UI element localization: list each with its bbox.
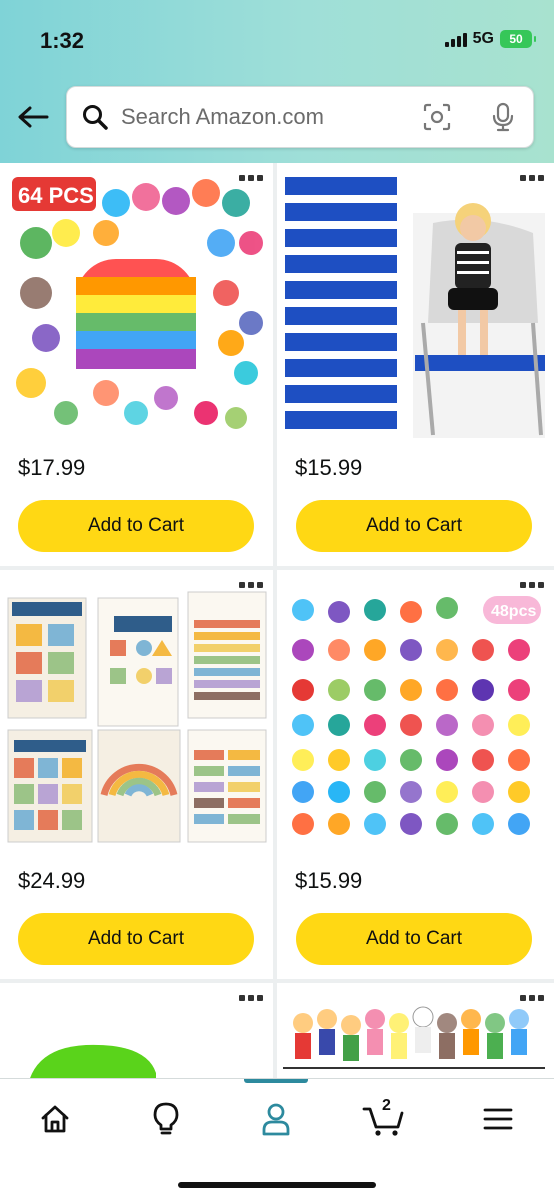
- nav-inspire[interactable]: [138, 1099, 194, 1139]
- product-card[interactable]: 64 PCS $17.99 Add to Cart: [0, 163, 273, 566]
- more-options-icon[interactable]: [520, 995, 544, 1001]
- add-to-cart-button[interactable]: Add to Cart: [18, 500, 254, 552]
- more-options-icon[interactable]: [520, 582, 544, 588]
- product-card[interactable]: $24.99 Add to Cart: [0, 570, 273, 979]
- product-card[interactable]: $15.99 Add to Cart: [277, 163, 554, 566]
- signal-icon: [444, 31, 467, 47]
- nav-home[interactable]: [27, 1099, 83, 1139]
- camera-scan-icon[interactable]: [421, 101, 453, 133]
- product-badge: 64 PCS: [18, 183, 94, 208]
- more-options-icon[interactable]: [239, 995, 263, 1001]
- nav-account[interactable]: [248, 1099, 304, 1139]
- search-icon: [81, 103, 109, 131]
- active-tab-indicator: [244, 1079, 308, 1083]
- search-bar[interactable]: [66, 86, 534, 148]
- app-header: 1:32 5G 50: [0, 0, 554, 163]
- product-image-chair-bands[interactable]: [283, 173, 545, 438]
- nav-menu[interactable]: [470, 1099, 526, 1139]
- more-options-icon[interactable]: [239, 582, 263, 588]
- product-price: $17.99: [18, 455, 86, 480]
- add-to-cart-button[interactable]: Add to Cart: [296, 913, 532, 965]
- product-price: $15.99: [295, 868, 363, 893]
- product-card[interactable]: 48pcs $15.99 Add to Cart: [277, 570, 554, 979]
- lightbulb-icon: [153, 1102, 179, 1135]
- add-to-cart-button[interactable]: Add to Cart: [18, 913, 254, 965]
- back-button[interactable]: [16, 100, 50, 134]
- more-options-icon[interactable]: [520, 175, 544, 181]
- network-type: 5G: [472, 30, 494, 47]
- arrow-left-icon: [18, 106, 49, 128]
- product-image-toys[interactable]: 64 PCS: [6, 173, 268, 438]
- cart-count-badge: 2: [382, 1097, 391, 1114]
- status-indicators: 5G 50: [444, 30, 536, 48]
- search-input[interactable]: [121, 104, 421, 130]
- home-indicator[interactable]: [178, 1182, 376, 1188]
- battery-icon: 50: [500, 30, 536, 48]
- battery-level: 50: [509, 32, 523, 46]
- person-icon: [262, 1103, 290, 1136]
- hamburger-menu-icon: [483, 1108, 513, 1130]
- product-price: $24.99: [18, 868, 86, 893]
- microphone-icon[interactable]: [487, 101, 519, 133]
- nav-cart[interactable]: 2: [356, 1097, 412, 1139]
- more-options-icon[interactable]: [239, 175, 263, 181]
- product-price: $15.99: [295, 455, 363, 480]
- home-icon: [41, 1105, 69, 1133]
- product-image-posters[interactable]: [6, 580, 268, 845]
- product-image-squishy-dinos[interactable]: 48pcs: [283, 580, 545, 845]
- status-time: 1:32: [40, 28, 85, 53]
- product-badge: 48pcs: [491, 603, 536, 620]
- add-to-cart-button[interactable]: Add to Cart: [296, 500, 532, 552]
